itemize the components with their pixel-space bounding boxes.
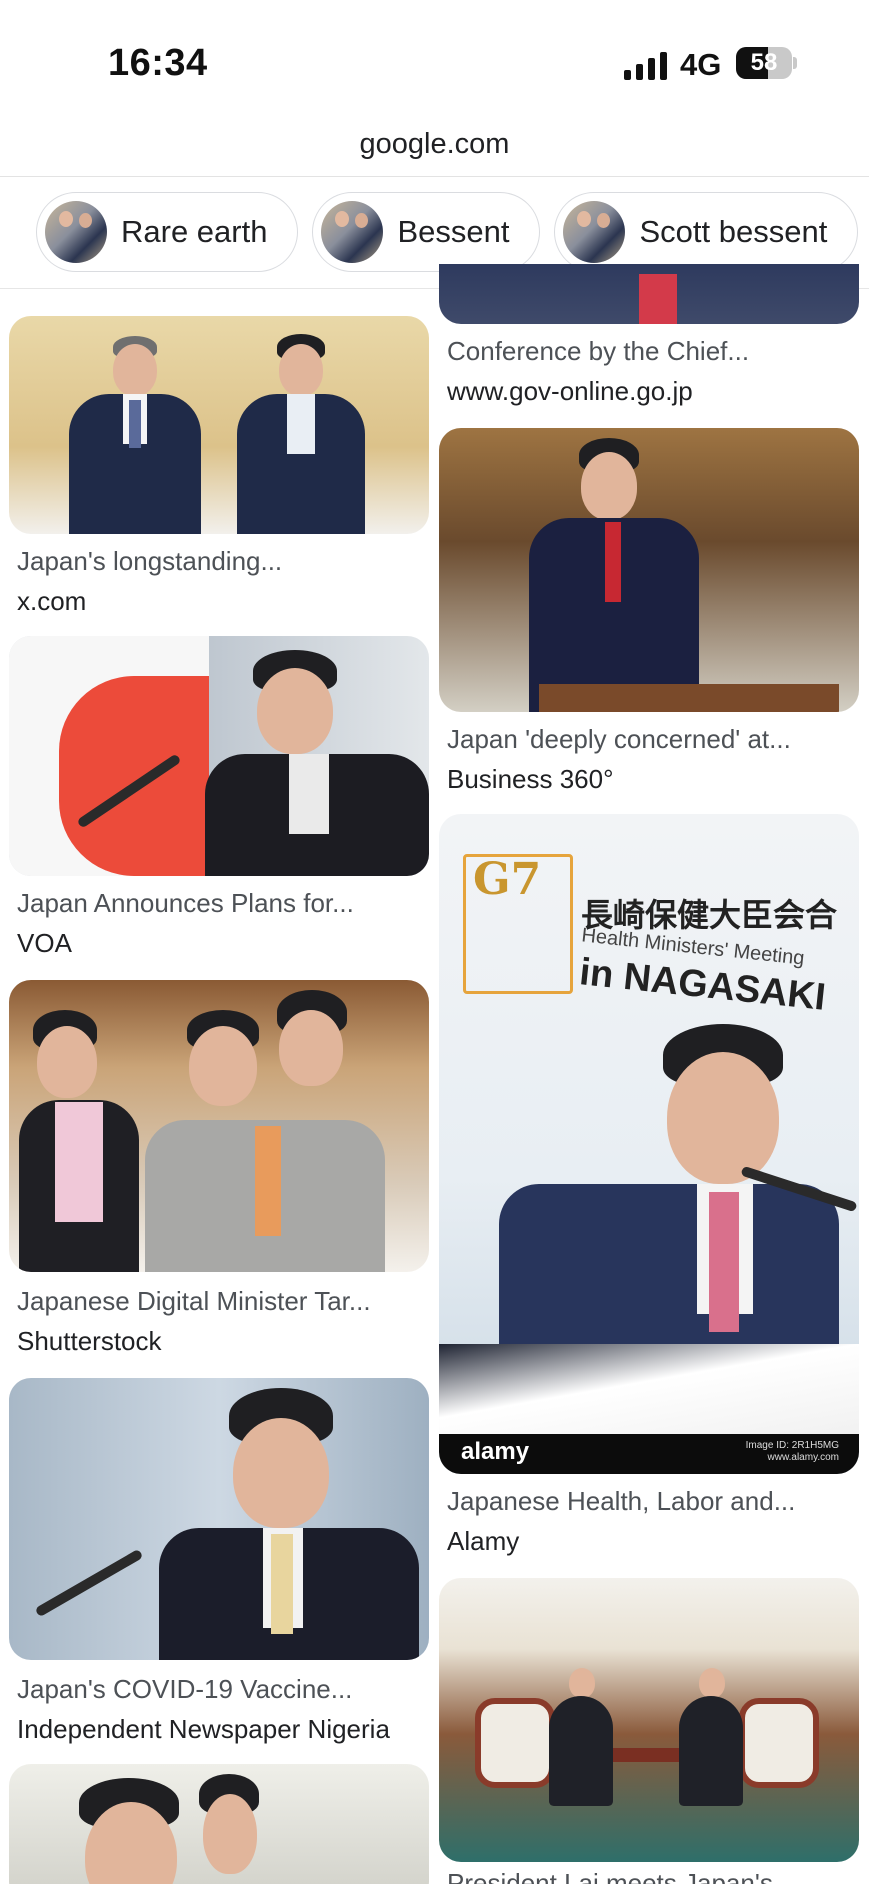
clock: 16:34 [108, 42, 208, 84]
chip-bessent[interactable]: Bessent [312, 192, 541, 272]
result-image[interactable] [439, 1578, 859, 1862]
result-title[interactable]: Japan 'deeply concerned' at... [447, 724, 857, 755]
result-source: www.gov-online.go.jp [447, 376, 693, 406]
image-id: Image ID: 2R1H5MG www.alamy.com [746, 1440, 839, 1464]
result-title[interactable]: Japanese Health, Labor and... [447, 1486, 857, 1517]
chip-label: Rare earth [121, 214, 268, 249]
result-title[interactable]: Japan's longstanding... [17, 546, 427, 577]
chip-scott-bessent[interactable]: Scott bessent [554, 192, 859, 272]
g7-logo-text: G7 [473, 854, 542, 905]
status-bar: 16:34 4G 58 [0, 0, 869, 120]
chip-thumbnail [45, 201, 107, 263]
result-image[interactable] [439, 264, 859, 324]
result-image[interactable] [9, 1378, 429, 1660]
result-source: x.com [17, 586, 87, 616]
related-searches: Rare earth Bessent Scott bessent [36, 192, 859, 272]
battery-icon: 58 [736, 47, 792, 79]
watermark-bar: alamy Image ID: 2R1H5MG www.alamy.com [439, 1434, 859, 1474]
battery-nub [793, 57, 797, 69]
address-bar[interactable]: google.com [0, 128, 869, 161]
result-image[interactable] [439, 428, 859, 712]
chip-rare-earth[interactable]: Rare earth [36, 192, 299, 272]
result-title[interactable]: Japanese Digital Minister Tar... [17, 1286, 427, 1317]
result-source: Shutterstock [17, 1326, 162, 1356]
result-image[interactable] [9, 1764, 429, 1884]
alamy-logo: alamy [461, 1438, 530, 1465]
image-site-text: www.alamy.com [767, 1452, 840, 1463]
result-source: VOA [17, 928, 72, 958]
chip-thumbnail [321, 201, 384, 263]
chip-label: Bessent [397, 214, 510, 249]
result-title[interactable]: Japan Announces Plans for... [17, 888, 427, 919]
result-image[interactable] [9, 636, 429, 876]
result-image[interactable] [9, 316, 429, 534]
result-source: Alamy [447, 1526, 520, 1556]
chip-thumbnail [563, 201, 626, 263]
result-title[interactable]: President Lai meets Japan's... [447, 1868, 857, 1884]
image-id-text: Image ID: 2R1H5MG [745, 1440, 839, 1451]
result-source: Business 360° [447, 764, 614, 794]
network-type: 4G [680, 47, 722, 82]
battery-level: 58 [750, 49, 778, 76]
result-title[interactable]: Conference by the Chief... [447, 336, 857, 367]
result-image[interactable]: G7 長崎保健大臣会合 Health Ministers' Meeting in… [439, 814, 859, 1474]
divider [0, 176, 869, 177]
result-title[interactable]: Japan's COVID-19 Vaccine... [17, 1674, 427, 1705]
podium [439, 1344, 859, 1434]
chip-label: Scott bessent [639, 214, 828, 249]
result-image[interactable] [9, 980, 429, 1272]
cellular-signal-icon [624, 50, 668, 80]
result-source: Independent Newspaper Nigeria [17, 1714, 390, 1744]
